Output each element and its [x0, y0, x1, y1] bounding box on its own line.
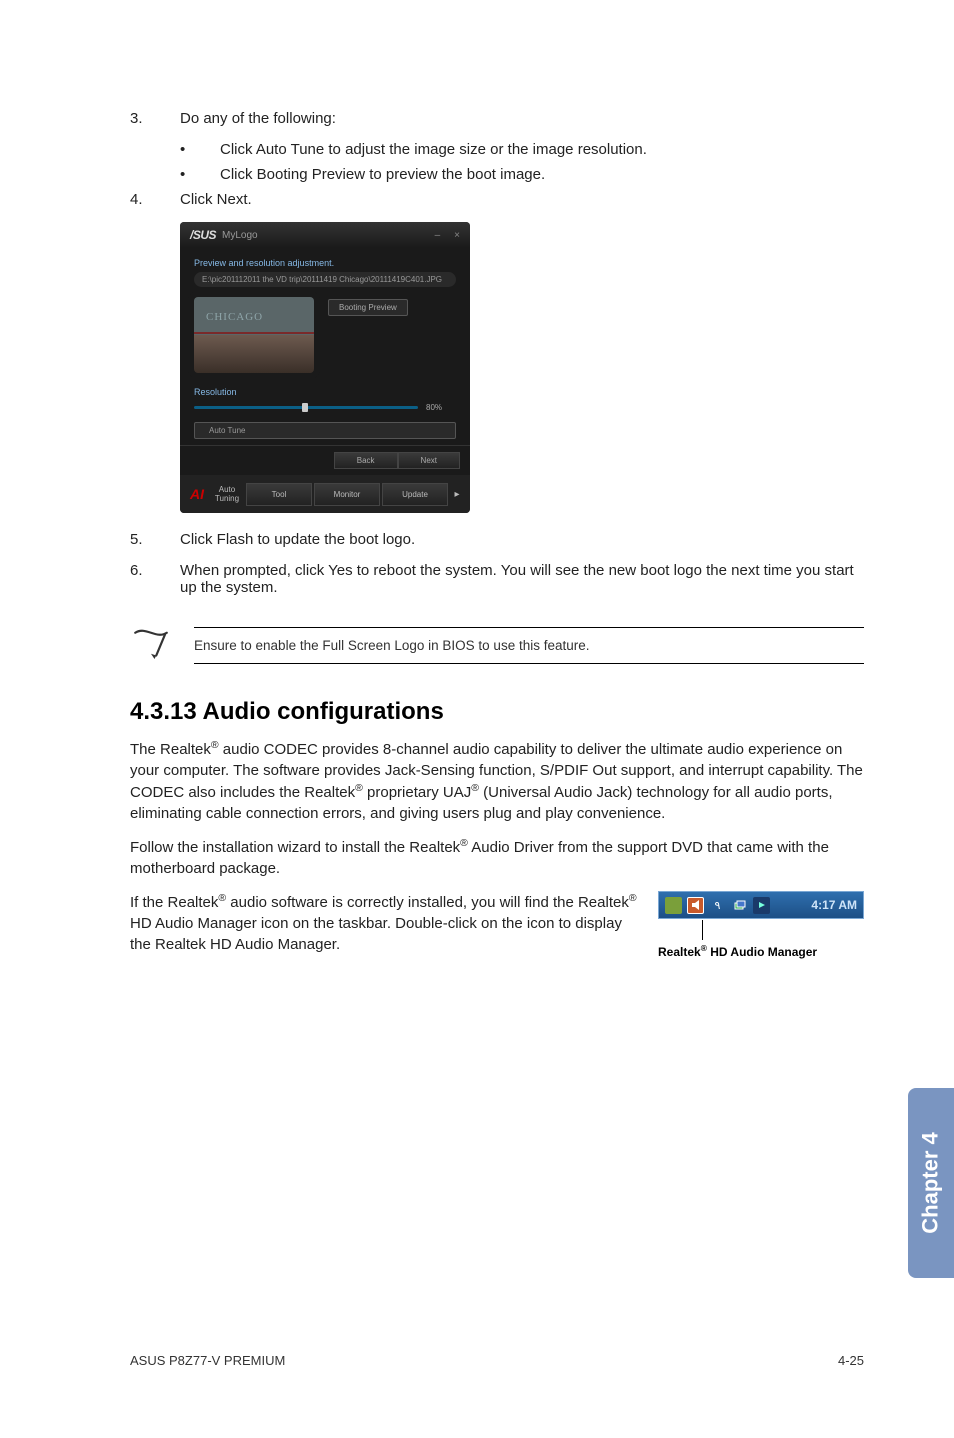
chapter-side-tab: Chapter 4	[908, 1088, 954, 1278]
text-run: audio software is correctly installed, y…	[226, 894, 629, 911]
bullet-text: Click Auto Tune to adjust the image size…	[220, 141, 864, 158]
section-heading: 4.3.13 Audio configurations	[130, 698, 864, 726]
chapter-label: Chapter 4	[918, 1132, 944, 1233]
registered-mark: ®	[460, 837, 468, 849]
bullet-icon: •	[180, 141, 220, 158]
bullet-text: Click Booting Preview to preview the boo…	[220, 166, 864, 183]
registered-mark: ®	[629, 892, 637, 904]
registered-mark: ®	[211, 739, 219, 751]
tray-icon	[665, 897, 682, 914]
footer-page-number: 4-25	[838, 1353, 864, 1368]
tray-clock: 4:17 AM	[811, 898, 857, 912]
preview-redline	[194, 332, 314, 334]
window-title: MyLogo	[222, 230, 258, 241]
section-label: Preview and resolution adjustment.	[194, 258, 456, 268]
text-run: The Realtek	[130, 741, 211, 758]
preview-watermark: CHICAGO	[206, 311, 263, 323]
callout-line	[702, 920, 703, 940]
step-number: 6.	[130, 562, 180, 596]
next-button[interactable]: Next	[398, 452, 460, 469]
back-button[interactable]: Back	[334, 452, 398, 469]
step-text: Click Flash to update the boot logo.	[180, 531, 864, 548]
body-paragraph: The Realtek® audio CODEC provides 8-chan…	[130, 738, 864, 824]
step-number: 4.	[130, 191, 180, 208]
realtek-tray-icon	[687, 897, 704, 914]
ai-logo-icon: AI	[186, 486, 208, 502]
step-text: Click Next.	[180, 191, 864, 208]
divider	[194, 663, 864, 664]
resolution-label: Resolution	[194, 387, 456, 397]
text-run: proprietary UAJ	[363, 784, 471, 801]
step-number: 3.	[130, 110, 180, 127]
note-text: Ensure to enable the Full Screen Logo in…	[194, 628, 864, 663]
system-tray-image: ۹ 4:17 AM	[658, 891, 864, 919]
minimize-icon[interactable]: –	[435, 230, 441, 241]
image-path: E:\pic201112011 the VD trip\20111419 Chi…	[194, 272, 456, 287]
booting-preview-button[interactable]: Booting Preview	[328, 299, 408, 316]
update-tab[interactable]: Update	[382, 483, 448, 506]
text-run: HD Audio Manager	[707, 945, 817, 959]
step-number: 5.	[130, 531, 180, 548]
slider-value: 80%	[426, 403, 456, 412]
mylogo-screenshot: /SUS MyLogo – × Preview and resolution a…	[180, 222, 864, 513]
chevron-right-icon[interactable]: ▸	[450, 489, 464, 500]
step-text: Do any of the following:	[180, 110, 864, 127]
text-run: Follow the installation wizard to instal…	[130, 839, 460, 856]
resolution-slider[interactable]	[194, 406, 418, 409]
slider-thumb[interactable]	[302, 403, 308, 412]
asus-logo: /SUS	[190, 228, 216, 242]
tool-tab[interactable]: Tool	[246, 483, 312, 506]
footer-product: ASUS P8Z77-V PREMIUM	[130, 1353, 285, 1368]
text-run: Realtek	[658, 945, 701, 959]
close-icon[interactable]: ×	[454, 230, 460, 241]
registered-mark: ®	[355, 782, 363, 794]
logo-preview-image: CHICAGO	[194, 297, 314, 373]
note-icon	[130, 624, 172, 666]
auto-tuning-tab[interactable]: Auto Tuning	[210, 479, 244, 509]
monitor-tab[interactable]: Monitor	[314, 483, 380, 506]
tray-icon: ۹	[709, 897, 726, 914]
tray-icon	[753, 897, 770, 914]
tray-icon	[731, 897, 748, 914]
tray-caption: Realtek® HD Audio Manager	[658, 943, 864, 959]
registered-mark: ®	[471, 782, 479, 794]
body-paragraph: Follow the installation wizard to instal…	[130, 836, 864, 879]
bullet-icon: •	[180, 166, 220, 183]
text-run: If the Realtek	[130, 894, 218, 911]
text-run: HD Audio Manager icon on the taskbar. Do…	[130, 915, 622, 953]
auto-tune-button[interactable]: Auto Tune	[194, 422, 456, 439]
step-text: When prompted, click Yes to reboot the s…	[180, 562, 864, 596]
registered-mark: ®	[218, 892, 226, 904]
